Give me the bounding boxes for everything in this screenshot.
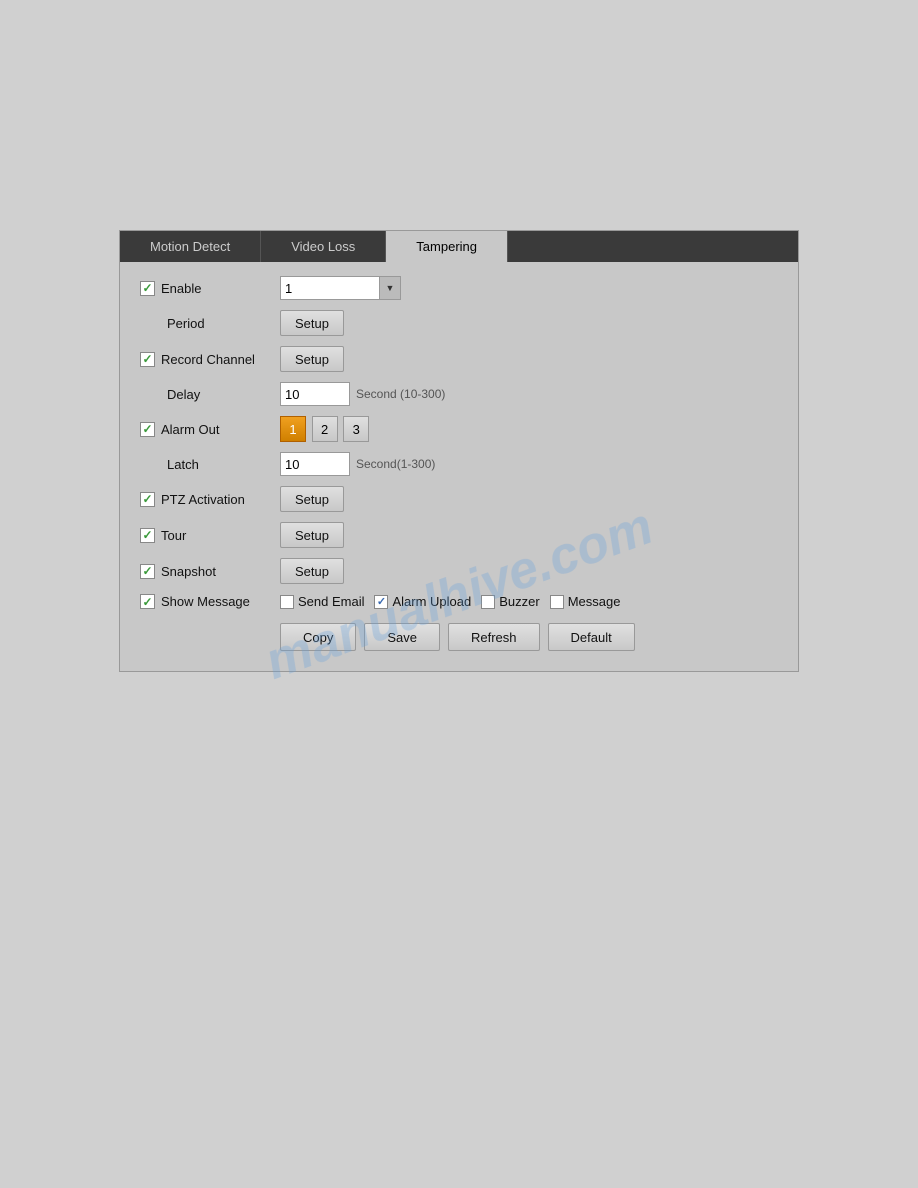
- show-message-checkbox[interactable]: [140, 594, 155, 609]
- alarm-out-checkbox[interactable]: [140, 422, 155, 437]
- latch-label: Latch: [167, 457, 199, 472]
- alarm-out-label-col: Alarm Out: [140, 422, 280, 437]
- delay-row: Delay Second (10-300): [140, 382, 778, 406]
- snapshot-checkbox[interactable]: [140, 564, 155, 579]
- send-email-checkbox[interactable]: [280, 595, 294, 609]
- ptz-activation-label: PTZ Activation: [161, 492, 245, 507]
- ptz-label-col: PTZ Activation: [140, 492, 280, 507]
- alarm-btn-3[interactable]: 3: [343, 416, 369, 442]
- refresh-button[interactable]: Refresh: [448, 623, 540, 651]
- snapshot-setup-button[interactable]: Setup: [280, 558, 344, 584]
- tab-video-loss[interactable]: Video Loss: [261, 231, 386, 262]
- snapshot-label: Snapshot: [161, 564, 216, 579]
- latch-hint: Second(1-300): [356, 457, 435, 471]
- alarm-upload-label: Alarm Upload: [392, 594, 471, 609]
- enable-label-col: Enable: [140, 281, 280, 296]
- form-content: Enable 1 Period Setup: [120, 262, 798, 671]
- show-message-label-col: Show Message: [140, 594, 280, 609]
- save-button[interactable]: Save: [364, 623, 440, 651]
- tab-motion-detect[interactable]: Motion Detect: [120, 231, 261, 262]
- tab-tampering[interactable]: Tampering: [386, 231, 508, 262]
- delay-label: Delay: [167, 387, 200, 402]
- period-label-col: Period: [140, 316, 280, 331]
- show-message-options: Send Email Alarm Upload Buzzer Message: [280, 594, 620, 609]
- show-message-row: Show Message Send Email Alarm Upload Buz…: [140, 594, 778, 609]
- enable-row: Enable 1: [140, 276, 778, 300]
- enable-select-wrapper: 1: [280, 276, 401, 300]
- enable-select[interactable]: 1: [280, 276, 380, 300]
- latch-input[interactable]: [280, 452, 350, 476]
- record-channel-label-col: Record Channel: [140, 352, 280, 367]
- alarm-btn-1[interactable]: 1: [280, 416, 306, 442]
- alarm-out-label: Alarm Out: [161, 422, 220, 437]
- tour-checkbox[interactable]: [140, 528, 155, 543]
- ptz-activation-row: PTZ Activation Setup: [140, 486, 778, 512]
- tour-row: Tour Setup: [140, 522, 778, 548]
- period-setup-button[interactable]: Setup: [280, 310, 344, 336]
- latch-label-col: Latch: [140, 457, 280, 472]
- alarm-upload-item: Alarm Upload: [374, 594, 471, 609]
- period-label: Period: [167, 316, 205, 331]
- enable-label: Enable: [161, 281, 201, 296]
- snapshot-label-col: Snapshot: [140, 564, 280, 579]
- tour-setup-button[interactable]: Setup: [280, 522, 344, 548]
- message-checkbox[interactable]: [550, 595, 564, 609]
- record-channel-checkbox[interactable]: [140, 352, 155, 367]
- record-channel-label: Record Channel: [161, 352, 255, 367]
- record-channel-row: Record Channel Setup: [140, 346, 778, 372]
- buzzer-label: Buzzer: [499, 594, 539, 609]
- latch-row: Latch Second(1-300): [140, 452, 778, 476]
- ptz-activation-setup-button[interactable]: Setup: [280, 486, 344, 512]
- tour-label-col: Tour: [140, 528, 280, 543]
- show-message-label: Show Message: [161, 594, 250, 609]
- ptz-activation-checkbox[interactable]: [140, 492, 155, 507]
- enable-checkbox[interactable]: [140, 281, 155, 296]
- alarm-upload-checkbox[interactable]: [374, 595, 388, 609]
- alarm-out-row: Alarm Out 1 2 3: [140, 416, 778, 442]
- delay-label-col: Delay: [140, 387, 280, 402]
- tab-bar: Motion Detect Video Loss Tampering: [120, 231, 798, 262]
- enable-select-arrow[interactable]: [379, 276, 401, 300]
- copy-button[interactable]: Copy: [280, 623, 356, 651]
- default-button[interactable]: Default: [548, 623, 635, 651]
- buzzer-checkbox[interactable]: [481, 595, 495, 609]
- alarm-buttons: 1 2 3: [280, 416, 371, 442]
- bottom-buttons: Copy Save Refresh Default: [140, 623, 778, 651]
- send-email-label: Send Email: [298, 594, 364, 609]
- record-channel-setup-button[interactable]: Setup: [280, 346, 344, 372]
- snapshot-row: Snapshot Setup: [140, 558, 778, 584]
- delay-input[interactable]: [280, 382, 350, 406]
- buzzer-item: Buzzer: [481, 594, 539, 609]
- main-panel: Motion Detect Video Loss Tampering Enabl…: [119, 230, 799, 672]
- period-row: Period Setup: [140, 310, 778, 336]
- tour-label: Tour: [161, 528, 186, 543]
- send-email-item: Send Email: [280, 594, 364, 609]
- delay-hint: Second (10-300): [356, 387, 445, 401]
- message-item: Message: [550, 594, 621, 609]
- message-label: Message: [568, 594, 621, 609]
- alarm-btn-2[interactable]: 2: [312, 416, 338, 442]
